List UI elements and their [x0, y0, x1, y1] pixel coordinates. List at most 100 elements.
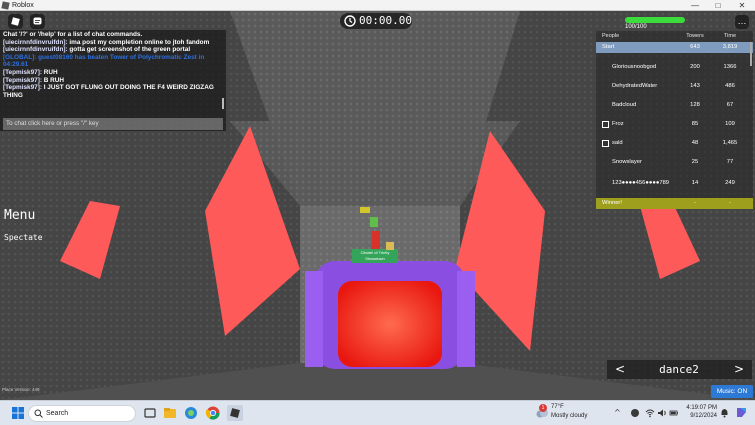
chat-log: Chat '/?' or '/help' for a list of chat … — [3, 31, 221, 99]
onedrive-icon[interactable] — [630, 408, 640, 418]
file-explorer-icon[interactable] — [162, 405, 178, 421]
chat-scrollbar[interactable] — [222, 98, 224, 109]
menu-button[interactable]: Menu — [4, 208, 35, 223]
clock-icon — [344, 15, 356, 27]
chat-text: Chat '/?' or '/help' for a list of chat … — [3, 31, 143, 38]
task-view-icon[interactable] — [142, 405, 158, 421]
chat-username[interactable]: [uiecirnnfdinvruifdn]: — [3, 46, 68, 53]
player-time: 486 — [725, 83, 735, 89]
chat-message: [GLOBAL]: guest08160 has beaten Tower of… — [3, 54, 221, 69]
chat-username[interactable]: [Tepmisk97]: — [3, 84, 42, 91]
player-towers: 48 — [691, 140, 699, 146]
volume-icon[interactable] — [657, 408, 667, 418]
spectate-button[interactable]: Spectate — [4, 233, 43, 242]
windows-start-icon[interactable] — [10, 405, 26, 421]
tower-sign: Citadel of Trinity Showdown — [352, 250, 398, 262]
speedrun-timer: 00:00.00 — [340, 13, 412, 29]
team-icon — [602, 121, 609, 128]
chat-message: [Tepmisk97]: RUH — [3, 69, 221, 77]
more-options-button[interactable]: … — [735, 15, 749, 29]
player-towers: 643 — [690, 44, 700, 50]
player-time: 67 — [726, 102, 734, 108]
taskbar-search[interactable]: Search — [28, 405, 136, 422]
player-name: Gloriousnoobgod — [612, 64, 657, 70]
header-towers: Towers — [686, 33, 704, 39]
chat-window: Chat '/?' or '/help' for a list of chat … — [0, 30, 226, 131]
music-toggle-button[interactable]: Music: ON — [711, 385, 753, 398]
roblox-menu-button[interactable] — [8, 14, 23, 29]
player-time: 249 — [725, 180, 735, 186]
chat-toggle-button[interactable] — [30, 14, 45, 29]
chat-message: [uiecirnnfdinvruifdn]: gotta get screens… — [3, 46, 221, 54]
player-time: - — [729, 200, 731, 206]
window-title: Roblox — [12, 2, 34, 9]
chat-message: [Tepmisk97]: B RUH — [3, 77, 221, 85]
close-button[interactable]: ✕ — [731, 0, 753, 11]
player-name: Froz — [612, 121, 624, 127]
leaderboard-row[interactable]: 123●●●●456●●●●789 14 249 — [596, 174, 753, 193]
battery-icon[interactable] — [669, 408, 679, 418]
notification-bell-icon[interactable] — [720, 408, 729, 418]
chat-input[interactable]: To chat click here or press "/" key — [3, 118, 223, 130]
leaderboard-row[interactable]: Winner! - - — [596, 198, 753, 209]
leaderboard-team-row[interactable]: Froz 85 109 — [596, 115, 753, 134]
leaderboard-row[interactable]: Gloriousnoobgod 200 1366 — [596, 58, 753, 77]
player-time: 109 — [725, 121, 735, 127]
chat-text: [GLOBAL]: guest08160 has beaten Tower of… — [3, 53, 205, 69]
roblox-taskbar-icon[interactable] — [227, 405, 243, 421]
clock-date: 9/12/2024 — [690, 413, 717, 419]
chat-username[interactable]: [Tepmisk97]: — [3, 77, 42, 84]
health-fill — [625, 17, 685, 23]
player-time: 1,465 — [722, 140, 738, 146]
player-towers: 200 — [690, 64, 700, 70]
weather-description: Mostly cloudy — [551, 413, 588, 419]
place-version-label: Place Version: 449 — [2, 387, 40, 392]
copilot-icon[interactable] — [735, 406, 748, 419]
leaderboard-header: People Towers Time — [596, 31, 753, 42]
health-text: 100/100 — [625, 24, 647, 30]
weather-temp: 77°F — [551, 404, 564, 410]
roblox-app-icon — [1, 1, 10, 10]
chat-message: [uiecirnnfdinvruifdn]: ima post my compl… — [3, 39, 221, 47]
taskbar-clock[interactable]: 4:19:07 PM 9/12/2024 — [683, 404, 717, 420]
tray-overflow-icon[interactable]: ^ — [614, 408, 621, 417]
chat-username[interactable]: [uiecirnnfdinvruifdn]: — [3, 39, 68, 46]
maximize-button[interactable]: □ — [707, 0, 729, 11]
game-viewport[interactable]: Citadel of Trinity Showdown 00:00.00 100… — [0, 11, 755, 400]
tower-sign-line: Showdown — [365, 256, 385, 261]
header-people: People — [602, 33, 620, 39]
timer-value: 00:00.00 — [359, 14, 412, 27]
emote-next-button[interactable]: > — [729, 360, 749, 379]
wifi-icon[interactable] — [645, 408, 655, 418]
leaderboard-row[interactable]: Start 643 3,819 — [596, 42, 753, 53]
player-name: Badcloud — [612, 102, 637, 108]
weather-widget[interactable]: 1 77°F Mostly cloudy — [535, 404, 595, 423]
roblox-logo-icon — [11, 17, 20, 26]
player-towers: 128 — [690, 102, 700, 108]
leaderboard-row[interactable]: DehydratedWater 143 486 — [596, 77, 753, 96]
player-name: Start — [602, 44, 615, 50]
player-towers: 85 — [691, 121, 699, 127]
player-time: 3,819 — [722, 44, 738, 50]
minimize-button[interactable]: — — [684, 0, 706, 11]
player-time: 1366 — [723, 64, 737, 70]
player-name: Snowslayer — [612, 159, 642, 165]
emote-prev-button[interactable]: < — [610, 360, 630, 379]
window-title-bar: Roblox — □ ✕ — [0, 0, 755, 11]
weather-badge: 1 — [539, 404, 547, 412]
team-icon — [602, 140, 609, 147]
chat-text: RUH — [41, 68, 58, 76]
leaderboard-team-row[interactable]: sald 48 1,465 — [596, 134, 753, 153]
chat-username[interactable]: [Tepmisk97]: — [3, 69, 42, 76]
player-name: DehydratedWater — [612, 83, 658, 89]
leaderboard-row[interactable]: Badcloud 128 67 — [596, 96, 753, 115]
leaderboard-scrollbar[interactable] — [750, 42, 752, 66]
health-track — [625, 17, 685, 23]
edge-browser-icon[interactable] — [183, 405, 199, 421]
player-name: 123●●●●456●●●●789 — [612, 180, 670, 186]
player-name: sald — [612, 140, 623, 146]
leaderboard-row[interactable]: Snowslayer 25 77 — [596, 153, 753, 172]
player-towers: 14 — [691, 180, 699, 186]
chrome-icon[interactable] — [205, 405, 221, 421]
search-placeholder: Search — [46, 410, 69, 417]
